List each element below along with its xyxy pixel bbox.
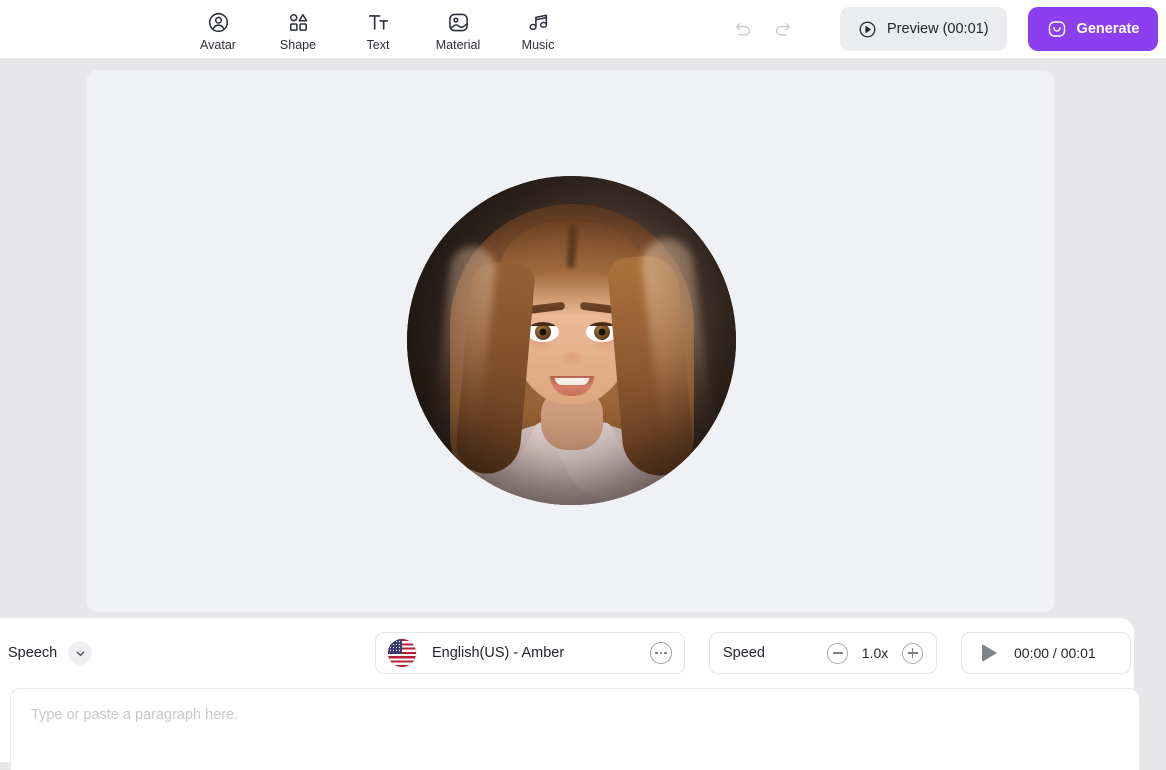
voice-selector[interactable]: English(US) - Amber <box>375 632 685 674</box>
audio-player[interactable]: 00:00 / 00:01 <box>961 632 1131 674</box>
tool-shape-label: Shape <box>279 37 317 52</box>
editor-stage <box>0 58 1166 618</box>
voice-name-label: English(US) - Amber <box>432 645 565 661</box>
us-flag-icon <box>388 639 416 667</box>
shape-icon <box>286 11 310 35</box>
history-controls <box>730 16 796 42</box>
play-triangle-icon[interactable] <box>982 644 997 662</box>
sparkle-smile-icon <box>1047 19 1067 39</box>
ellipsis-icon[interactable] <box>650 642 672 664</box>
preview-button[interactable]: Preview (00:01) <box>840 7 1007 51</box>
text-icon <box>366 11 390 35</box>
plus-circle-icon[interactable] <box>902 642 923 664</box>
tool-text[interactable]: Text <box>338 6 418 53</box>
top-toolbar: Avatar Shape Text Material Music Preview… <box>0 0 1166 58</box>
undo-arrow-icon[interactable] <box>730 16 756 42</box>
tool-avatar[interactable]: Avatar <box>178 6 258 53</box>
speed-value: 1.0x <box>861 645 889 661</box>
play-circle-icon <box>858 20 877 39</box>
player-time-label: 00:00 / 00:01 <box>1014 645 1096 661</box>
tool-music[interactable]: Music <box>498 6 578 53</box>
speech-label: Speech <box>8 645 58 661</box>
script-textarea[interactable]: Type or paste a paragraph here. <box>10 688 1139 770</box>
redo-arrow-icon[interactable] <box>770 16 796 42</box>
material-image-icon <box>446 11 470 35</box>
tool-text-label: Text <box>366 37 390 52</box>
tool-shape[interactable]: Shape <box>258 6 338 53</box>
tool-group: Avatar Shape Text Material Music <box>178 6 578 53</box>
speed-stepper: 1.0x <box>827 642 923 664</box>
avatar-vignette <box>407 176 736 505</box>
script-placeholder: Type or paste a paragraph here. <box>31 707 239 723</box>
speech-selector[interactable]: Speech <box>8 641 93 665</box>
tool-material[interactable]: Material <box>418 6 498 53</box>
tool-music-label: Music <box>521 37 555 52</box>
speed-control: Speed 1.0x <box>709 632 937 674</box>
preview-button-label: Preview (00:01) <box>887 21 989 37</box>
speed-label: Speed <box>723 645 765 661</box>
music-note-icon <box>526 11 550 35</box>
minus-circle-icon[interactable] <box>827 642 848 664</box>
chevron-down-icon[interactable] <box>68 641 93 665</box>
tool-avatar-label: Avatar <box>200 37 236 52</box>
avatar-layer[interactable] <box>407 176 736 505</box>
tool-material-label: Material <box>435 37 481 52</box>
avatar-icon <box>206 11 230 35</box>
generate-button-label: Generate <box>1076 21 1140 37</box>
generate-button[interactable]: Generate <box>1027 7 1159 51</box>
video-canvas[interactable] <box>87 70 1054 612</box>
